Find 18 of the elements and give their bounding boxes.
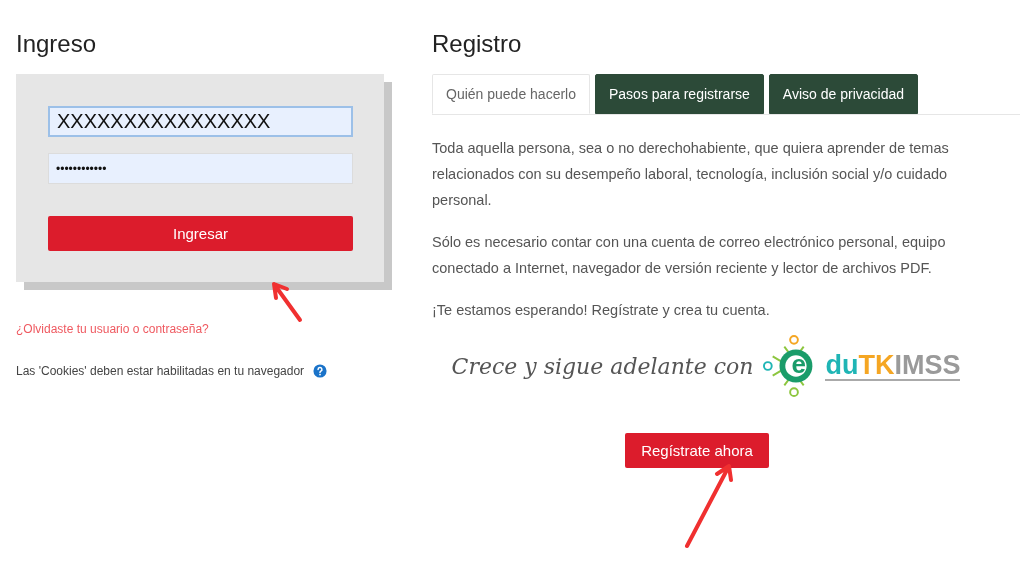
section-title: Ingreso: [16, 30, 97, 58]
login-button[interactable]: Ingresar: [48, 216, 353, 251]
forgot-link[interactable]: ¿Olvidaste tu usuario o contraseña?: [16, 322, 209, 336]
tagline: Crece y sigue adelante con: [451, 353, 754, 379]
register-button[interactable]: Regístrate ahora: [625, 433, 769, 468]
logo-letter: e: [791, 349, 806, 380]
password-field[interactable]: ••••••••••••: [48, 153, 353, 184]
paragraph: Toda aquella persona, sea o no derechohabiente, que quiera aprender de temas relacionados con su desempeño laboral, tecnología, inclusión social y/o cuidado personal.: [432, 139, 950, 210]
paragraph: Sólo es necesario contar con una cuenta de correo electrónico personal, equipo conectado a Internet, navegador de versión reciente y lector de archivos PDF.: [432, 233, 947, 278]
username-field[interactable]: XXXXXXXXXXXXXXXX: [48, 106, 353, 137]
cookies-note: Las 'Cookies' deben estar habilitadas en tu navegador: [16, 364, 305, 378]
section-title: Registro: [432, 30, 523, 58]
tab[interactable]: Pasos para registrarse: [595, 74, 764, 114]
help-icon[interactable]: [313, 364, 328, 378]
logo-wordmark: duTKIMSS: [825, 351, 961, 381]
tab[interactable]: Aviso de privacidad: [768, 74, 918, 114]
tab[interactable]: Quién puede hacerlo: [432, 74, 590, 114]
paragraph: ¡Te estamos esperando! Regístrate y crea tu cuenta.: [432, 301, 771, 320]
